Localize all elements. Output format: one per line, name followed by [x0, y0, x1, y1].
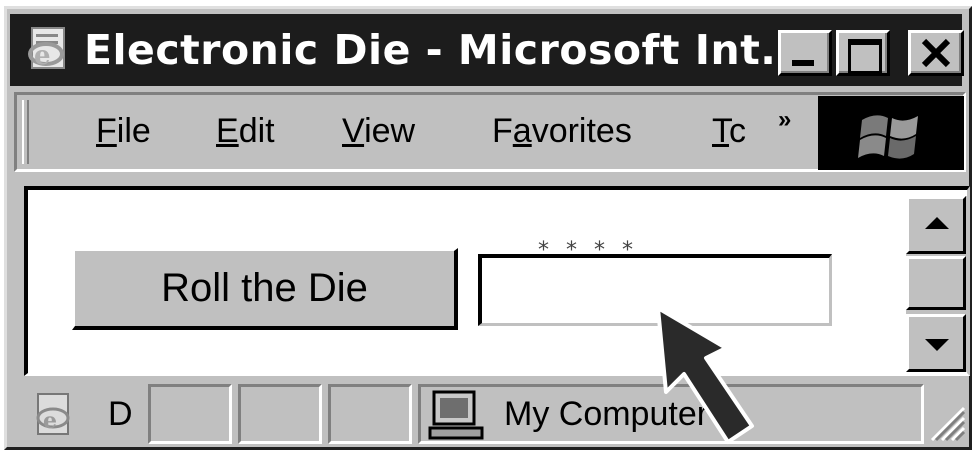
resize-grip-icon[interactable] [926, 402, 966, 442]
my-computer-icon [428, 390, 484, 440]
status-pane-2 [238, 384, 322, 444]
scroll-down-button[interactable] [906, 314, 966, 372]
title-bar[interactable]: e Electronic Die - Microsoft Int... [10, 14, 964, 86]
scroll-up-button[interactable] [906, 196, 966, 254]
throbber-box [818, 96, 964, 170]
status-pane-3 [328, 384, 412, 444]
svg-text:e: e [34, 41, 51, 71]
status-progress-text: D [108, 395, 133, 433]
scroll-thumb[interactable] [906, 256, 966, 310]
menu-tools[interactable]: Tc [712, 100, 766, 162]
maximize-button[interactable] [836, 30, 890, 76]
close-button[interactable] [908, 30, 964, 76]
ie-page-icon: e [36, 393, 70, 435]
down-arrow-icon [925, 339, 949, 351]
menu-bar-grip[interactable] [22, 100, 29, 164]
ie-document-icon: e [28, 27, 65, 71]
windows-logo-icon [858, 115, 918, 159]
menu-favorites[interactable]: Favorites [492, 100, 632, 162]
menu-view[interactable]: View [342, 100, 415, 162]
menu-overflow-chevron[interactable]: » [778, 106, 792, 134]
roll-die-button[interactable]: Roll the Die [72, 248, 458, 330]
svg-text:e: e [43, 408, 57, 434]
close-icon [921, 38, 951, 68]
menu-file[interactable]: File [96, 100, 151, 162]
window-title: Electronic Die - Microsoft Int... [84, 26, 809, 74]
up-arrow-icon [925, 217, 949, 229]
menu-edit[interactable]: Edit [216, 100, 275, 162]
mouse-pointer-icon [656, 306, 754, 444]
status-pane-1 [148, 384, 232, 444]
vertical-scrollbar[interactable] [906, 196, 968, 372]
minimize-button[interactable] [778, 30, 832, 76]
